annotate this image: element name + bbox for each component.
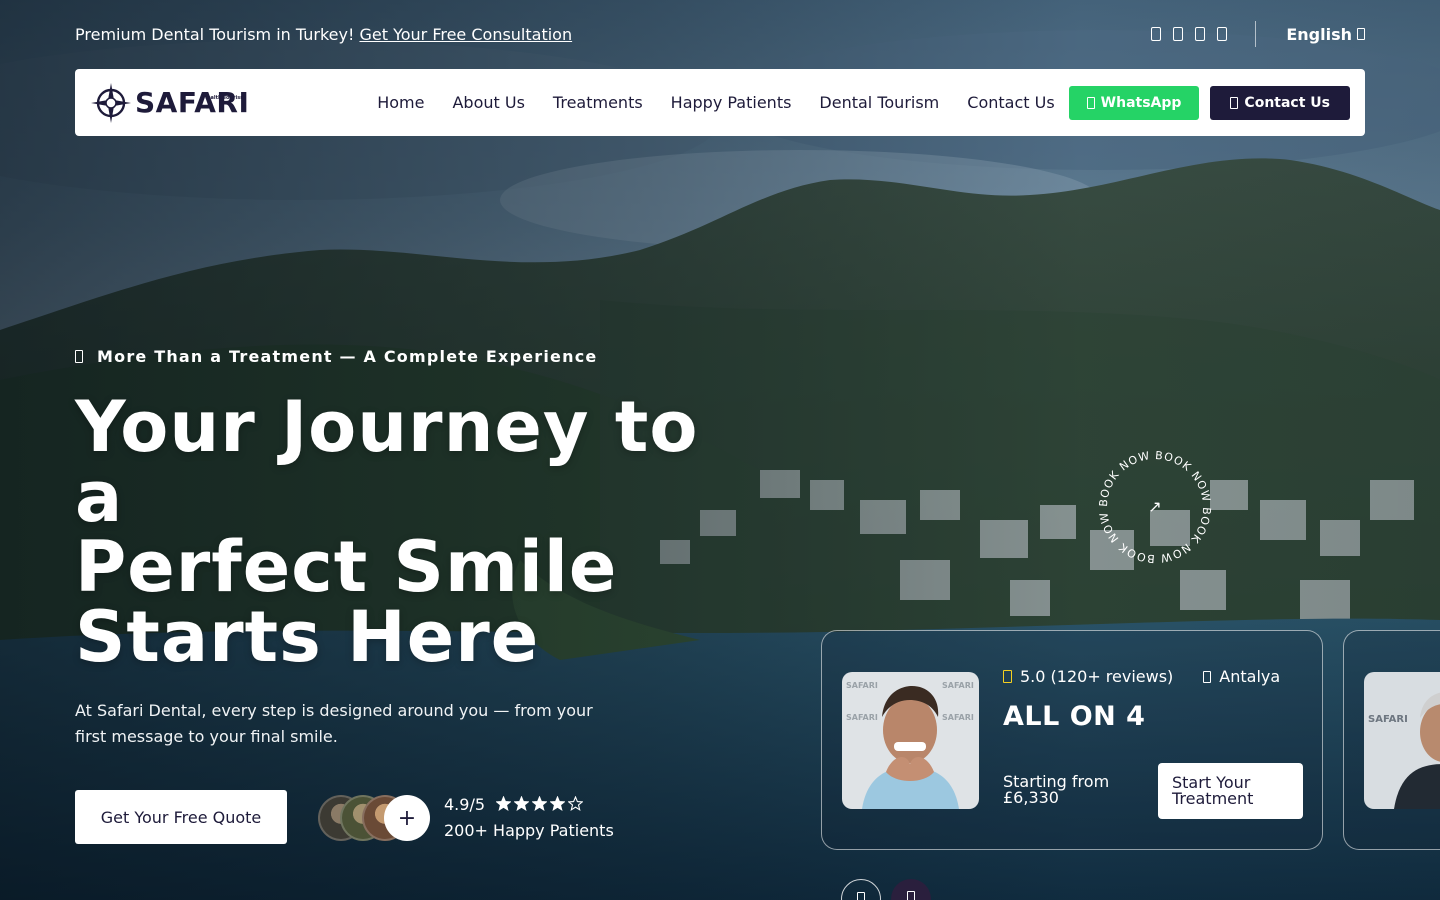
star-filled-icon [550,796,566,811]
promo-text: Premium Dental Tourism in Turkey! [75,24,355,44]
book-now-text-4: BOOK NOW [1097,510,1154,565]
svg-text:BOOK NOW: BOOK NOW [1158,507,1213,565]
card-location-text: Antalya [1219,667,1281,686]
whatsapp-button[interactable]: WhatsApp [1068,85,1200,120]
rating-value: 4.9/5 [444,795,486,814]
patient-photo: SAFARI [1364,672,1440,809]
treatment-price: Starting from £6,330 [1003,772,1110,807]
facebook-icon[interactable] [1151,27,1162,41]
book-now-text-2: BOOK NOW [1155,449,1212,504]
tiktok-icon[interactable] [1217,27,1228,41]
main-navbar: SAFARI Health Tourism Home About Us Trea… [75,69,1365,136]
eyebrow-text: More Than a Treatment — A Complete Exper… [97,347,598,366]
svg-text:BOOK NOW: BOOK NOW [1097,510,1155,565]
whatsapp-icon [1086,96,1095,109]
arrow-left-icon [857,892,865,900]
tooth-icon [75,350,83,363]
start-treatment-button[interactable]: Start Your Treatment [1158,763,1303,819]
star-filled-icon [514,796,530,811]
phone-icon [1230,96,1239,109]
hero-title-line-3: Perfect Smile [75,526,618,608]
hero-description: At Safari Dental, every step is designed… [75,701,593,746]
topbar-divider [1255,21,1257,47]
contact-us-button[interactable]: Contact Us [1210,85,1350,120]
top-bar: Premium Dental Tourism in Turkey! Get Yo… [75,21,1365,47]
treatment-card-next[interactable]: SAFARI [1343,630,1440,850]
star-icon [1003,670,1012,683]
nav-about-us[interactable]: About Us [452,93,524,112]
patient-photo: SAFARI SAFARI SAFARI SAFARI [842,672,979,809]
happy-patients-block: + 4.9/5 200+ Happy Patients [318,792,614,844]
nav-dental-tourism[interactable]: Dental Tourism [819,93,939,112]
plus-icon[interactable]: + [384,795,430,841]
photo-watermark: SAFARI [942,681,974,690]
treatment-title: ALL ON 4 [1003,701,1146,732]
free-quote-button[interactable]: Get Your Free Quote [75,790,287,844]
book-now-text-1: BOOK NOW [1097,449,1151,507]
compass-logo-icon [91,82,131,123]
nav-treatments[interactable]: Treatments [553,93,643,112]
contact-label: Contact Us [1244,94,1330,111]
instagram-icon[interactable] [1173,27,1184,41]
free-consultation-link[interactable]: Get Your Free Consultation [359,25,572,44]
hero-title: Your Journey to a Perfect Smile Starts H… [75,392,735,672]
hero-title-line-1: Your Journey to [75,386,699,468]
photo-watermark: SAFARI [846,681,878,690]
language-selector[interactable]: English [1286,25,1365,44]
card-rating: 5.0 (120+ reviews) [1003,667,1173,686]
star-empty-icon [568,796,584,811]
chevron-down-icon [1357,28,1365,40]
treatment-card: SAFARI SAFARI SAFARI SAFARI 5.0 (120+ re… [821,630,1323,850]
social-icons [1151,27,1228,41]
svg-text:BOOK NOW: BOOK NOW [1097,449,1152,507]
arrow-right-icon [907,891,915,900]
book-now-text-3: BOOK NOW [1158,507,1212,565]
nav-contact-us[interactable]: Contact Us [967,93,1054,112]
nav-happy-patients[interactable]: Happy Patients [671,93,792,112]
hero-title-line-4: Starts Here [75,596,540,678]
logo-subtext: Health Tourism [202,94,246,101]
star-filled-icon [532,796,548,811]
card-location: Antalya [1203,667,1280,686]
logo[interactable]: SAFARI Health Tourism [89,81,249,125]
photo-watermark: SAFARI [1368,714,1408,725]
patient-avatars: + [318,795,430,841]
language-label: English [1286,24,1352,44]
rating-stars [496,796,584,811]
hero-title-line-2: a [75,456,124,538]
youtube-icon[interactable] [1195,27,1206,41]
nav-links: Home About Us Treatments Happy Patients … [377,93,1054,112]
photo-watermark: SAFARI [942,713,974,722]
star-filled-icon [496,796,512,811]
whatsapp-label: WhatsApp [1100,94,1182,111]
promo-banner: Premium Dental Tourism in Turkey! Get Yo… [75,25,572,44]
hero-eyebrow: More Than a Treatment — A Complete Exper… [75,347,597,366]
card-rating-text: 5.0 (120+ reviews) [1020,667,1174,686]
nav-home[interactable]: Home [377,93,424,112]
arrow-up-right-icon: ↗ [1148,497,1161,516]
happy-patients-count: 200+ Happy Patients [444,821,614,840]
photo-watermark: SAFARI [846,713,878,722]
location-pin-icon [1203,670,1212,683]
book-now-badge[interactable]: BOOK NOW BOOK NOW BOOK NOW BOOK NOW ↗ [1094,446,1216,568]
svg-text:BOOK NOW: BOOK NOW [1155,449,1213,504]
